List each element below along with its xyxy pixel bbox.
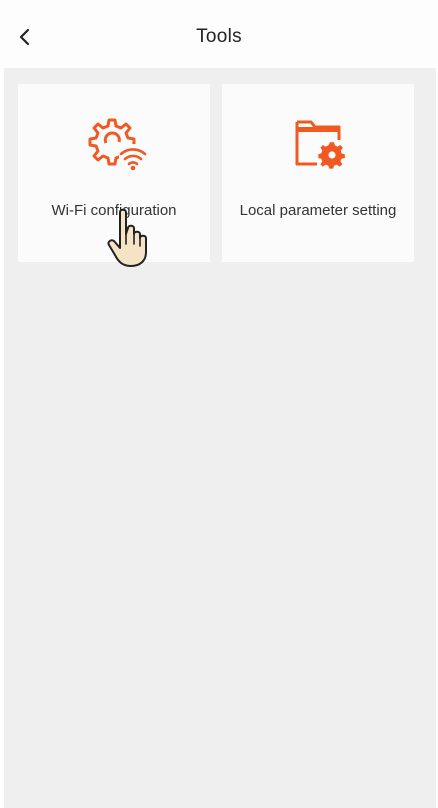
local-parameter-setting-card[interactable]: Local parameter setting	[222, 84, 414, 262]
local-parameter-setting-label: Local parameter setting	[239, 202, 397, 219]
wifi-card-icon-wrap	[18, 114, 210, 174]
page-title: Tools	[196, 26, 242, 47]
folder-gear-icon	[295, 120, 345, 169]
wifi-configuration-card[interactable]: Wi-Fi configuration	[18, 84, 210, 262]
wifi-configuration-label: Wi-Fi configuration	[51, 202, 177, 219]
tools-grid: Wi-Fi configuration Local parameter sett…	[4, 68, 436, 808]
gear-wifi-icon	[88, 118, 149, 172]
top-bar: Tools	[0, 0, 438, 68]
local-card-icon-wrap	[222, 114, 414, 174]
